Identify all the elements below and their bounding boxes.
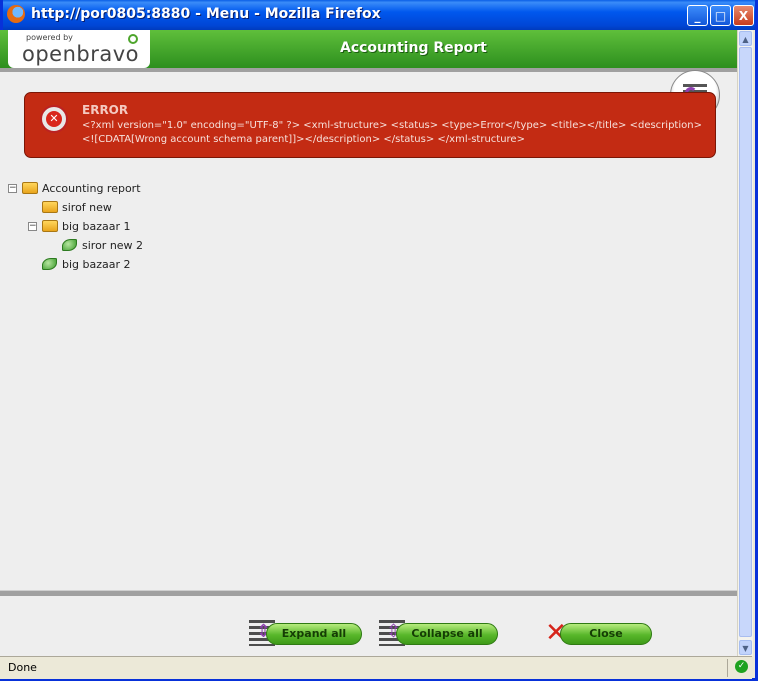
expand-all-button[interactable]: Expand all [266,623,362,645]
tree-node-label[interactable]: Accounting report [42,182,141,195]
collapse-toggle-icon[interactable]: − [28,222,37,231]
error-title: ERROR [82,103,129,117]
logo-powered-text: powered by [26,33,73,42]
status-bar: Done ✓ [0,656,752,679]
leaf-icon [62,239,77,251]
folder-open-icon [22,182,38,194]
vertical-scrollbar[interactable]: ▲ ▼ [737,30,753,656]
page-header: powered by openbravo Accounting Report [0,30,737,68]
header-divider [0,68,737,72]
scroll-thumb[interactable] [739,47,752,637]
tree-node-label[interactable]: big bazaar 2 [62,258,131,271]
scroll-down-icon[interactable]: ▼ [739,640,752,655]
close-button[interactable]: Close [560,623,652,645]
folder-open-icon [42,220,58,232]
page-title: Accounting Report [340,40,487,56]
page-content: powered by openbravo Accounting Report ✕… [0,30,737,656]
tree-node-label[interactable]: sirof new [62,201,112,214]
maximize-button[interactable]: □ [710,5,731,26]
security-ok-icon: ✓ [735,660,748,673]
status-separator [727,659,728,677]
folder-icon [42,201,58,213]
logo-mark-icon [128,34,138,44]
error-message: <?xml version="1.0" encoding="UTF-8" ?> … [82,120,702,145]
error-message-box: ✕ ERROR <?xml version="1.0" encoding="UT… [24,92,716,158]
openbravo-logo: powered by openbravo [8,30,150,68]
footer-divider [0,590,737,596]
collapse-toggle-icon[interactable]: − [8,184,17,193]
error-icon: ✕ [40,105,68,133]
minimize-button[interactable]: _ [687,5,708,26]
logo-brand-text: openbravo [22,42,140,66]
tree-node-label[interactable]: siror new 2 [82,239,143,252]
title-bar[interactable]: http://por0805:8880 - Menu - Mozilla Fir… [3,0,755,30]
close-window-button[interactable]: X [733,5,754,26]
window-title: http://por0805:8880 - Menu - Mozilla Fir… [31,6,381,22]
collapse-all-button[interactable]: Collapse all [396,623,498,645]
tree-node-label[interactable]: big bazaar 1 [62,220,131,233]
status-text: Done [8,661,37,674]
leaf-icon [42,258,57,270]
firefox-icon [7,5,25,23]
scroll-up-icon[interactable]: ▲ [739,31,752,46]
